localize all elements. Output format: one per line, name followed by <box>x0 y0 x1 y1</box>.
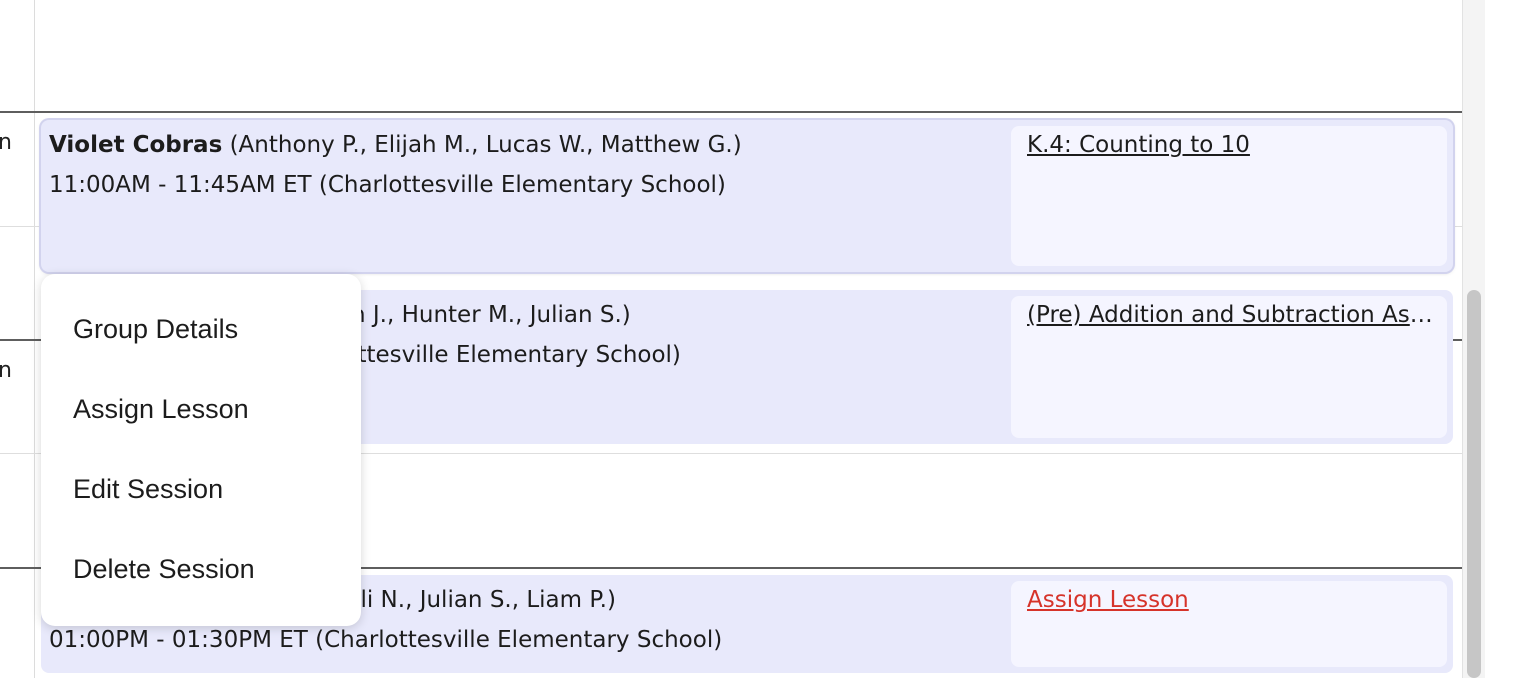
lesson-panel: Assign Lesson <box>1011 581 1447 667</box>
menu-item-assign-lesson[interactable]: Assign Lesson <box>41 376 361 456</box>
hour-divider <box>0 111 1462 113</box>
session-time: lottesville Elementary School) <box>337 342 681 368</box>
student-list: ., Eli N., Julian S., Liam P.) <box>324 587 616 613</box>
session-group-line: Violet Cobras (Anthony P., Elijah M., Lu… <box>49 132 742 158</box>
scrollbar-thumb[interactable] <box>1467 290 1481 678</box>
menu-item-edit-session[interactable]: Edit Session <box>41 456 361 536</box>
time-label-fragment: n <box>0 358 12 383</box>
assign-lesson-link[interactable]: Assign Lesson <box>1027 587 1433 613</box>
lesson-panel: (Pre) Addition and Subtraction Assessmen… <box>1011 296 1447 438</box>
session-time: 01:00PM - 01:30PM ET (Charlottesville El… <box>49 627 723 653</box>
menu-item-group-details[interactable]: Group Details <box>41 296 361 376</box>
session-context-menu: Group Details Assign Lesson Edit Session… <box>41 274 361 626</box>
lesson-panel: K.4: Counting to 10 <box>1011 126 1447 266</box>
student-list: (Anthony P., Elijah M., Lucas W., Matthe… <box>229 132 742 158</box>
menu-item-delete-session[interactable]: Delete Session <box>41 536 361 616</box>
group-name: Violet Cobras <box>49 132 223 158</box>
time-label-fragment: n <box>0 130 12 155</box>
lesson-link[interactable]: K.4: Counting to 10 <box>1027 132 1433 158</box>
session-time: 11:00AM - 11:45AM ET (Charlottesville El… <box>49 172 726 198</box>
session-card[interactable]: Violet Cobras (Anthony P., Elijah M., Lu… <box>41 120 1453 272</box>
student-list: nin J., Hunter M., Julian S.) <box>330 302 631 328</box>
lesson-link[interactable]: (Pre) Addition and Subtraction Assessmen… <box>1027 302 1433 328</box>
